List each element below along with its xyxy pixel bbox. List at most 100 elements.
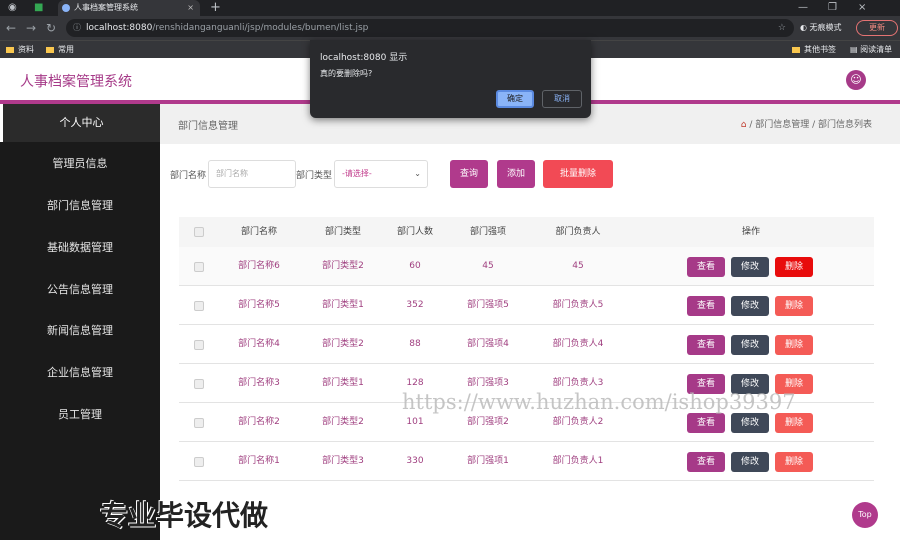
other-bookmarks[interactable]: 其他书签: [792, 43, 836, 57]
incognito-label: 无痕模式: [809, 23, 842, 32]
edit-button[interactable]: 修改: [731, 257, 769, 277]
table-cell: 部门名称5: [238, 300, 280, 310]
url-path: /renshidanganguanli/jsp/modules/bumen/li…: [152, 23, 369, 33]
table-cell: 45: [572, 261, 584, 271]
column-header: 操作: [741, 227, 760, 237]
sidebar-item-basic-data[interactable]: 基础数据管理: [0, 229, 160, 267]
batch-delete-button[interactable]: 批量删除: [543, 160, 613, 188]
browser-tab[interactable]: 人事档案管理系统 ×: [58, 0, 200, 16]
tab-favicon-icon[interactable]: ■: [34, 0, 43, 16]
table-row: 部门名称4 部门类型2 88 部门强项4 部门负责人4 查看 修改 删除: [179, 325, 874, 364]
select-all-checkbox[interactable]: [194, 227, 204, 237]
delete-button[interactable]: 删除: [775, 335, 813, 355]
folder-icon: [792, 46, 800, 53]
table-cell: 部门负责人4: [552, 339, 604, 349]
sidebar-item-notices[interactable]: 公告信息管理: [0, 271, 160, 309]
sidebar-item-department[interactable]: 部门信息管理: [0, 187, 160, 225]
delete-button[interactable]: 删除: [775, 452, 813, 472]
table-cell: 部门类型1: [322, 378, 364, 388]
delete-button[interactable]: 删除: [775, 296, 813, 316]
edit-button[interactable]: 修改: [731, 413, 769, 433]
table-cell: 部门负责人1: [552, 456, 604, 466]
row-checkbox[interactable]: [194, 379, 204, 389]
view-button[interactable]: 查看: [687, 413, 725, 433]
user-avatar-icon[interactable]: ☺: [846, 70, 866, 90]
restore-icon[interactable]: ❐: [828, 0, 837, 16]
view-button[interactable]: 查看: [687, 452, 725, 472]
table-cell: 部门名称1: [238, 456, 280, 466]
breadcrumb-text[interactable]: / 部门信息管理 / 部门信息列表: [749, 120, 872, 130]
row-checkbox[interactable]: [194, 301, 204, 311]
table-cell: 部门名称2: [238, 417, 280, 427]
row-checkbox[interactable]: [194, 418, 204, 428]
edit-button[interactable]: 修改: [731, 335, 769, 355]
folder-icon: [46, 46, 54, 53]
sidebar-item-employees[interactable]: 员工管理: [0, 396, 160, 434]
back-to-top-button[interactable]: Top: [852, 502, 878, 528]
globe-icon: [62, 4, 70, 12]
row-checkbox[interactable]: [194, 262, 204, 272]
folder-icon: [6, 46, 14, 53]
table-cell: 部门类型3: [322, 456, 364, 466]
dept-type-selected: -请选择-: [342, 169, 372, 178]
info-icon: ⓘ: [73, 23, 81, 32]
sidebar: 个人中心 管理员信息 部门信息管理 基础数据管理 公告信息管理 新闻信息管理 企…: [0, 104, 160, 540]
view-button[interactable]: 查看: [687, 257, 725, 277]
table-cell: 45: [482, 261, 494, 271]
watermark-text: 专业毕设代做: [100, 499, 269, 532]
incognito-icon: ◐: [800, 23, 810, 32]
table-cell: 88: [409, 339, 421, 349]
back-icon[interactable]: ←: [6, 20, 16, 36]
column-header: 部门负责人: [555, 227, 601, 237]
sidebar-item-company[interactable]: 企业信息管理: [0, 354, 160, 392]
table-cell: 部门类型2: [322, 417, 364, 427]
column-header: 部门人数: [396, 227, 433, 237]
row-checkbox[interactable]: [194, 457, 204, 467]
address-bar[interactable]: ⓘ localhost:8080/renshidanganguanli/jsp/…: [66, 19, 794, 37]
sidebar-item-personal-center[interactable]: 个人中心: [0, 104, 160, 142]
dialog-title: localhost:8080 显示: [320, 53, 408, 63]
table-cell: 部门名称6: [238, 261, 280, 271]
bookmark-label: 其他书签: [804, 45, 836, 54]
row-checkbox[interactable]: [194, 340, 204, 350]
edit-button[interactable]: 修改: [731, 452, 769, 472]
update-button[interactable]: 更新: [856, 20, 898, 36]
sidebar-item-admin-info[interactable]: 管理员信息: [0, 145, 160, 183]
browser-toolbar: ← → ↻ ⓘ localhost:8080/renshidanganguanl…: [0, 16, 900, 40]
dept-name-input[interactable]: 部门名称: [208, 160, 296, 188]
dialog-message: 真的要删除吗?: [320, 69, 373, 78]
bookmark-folder[interactable]: 常用: [46, 43, 74, 57]
table-cell: 部门强项4: [467, 339, 509, 349]
table-cell: 部门负责人5: [552, 300, 604, 310]
forward-icon[interactable]: →: [26, 20, 36, 36]
reload-icon[interactable]: ↻: [46, 20, 56, 36]
dept-type-select[interactable]: -请选择- ⌄: [334, 160, 428, 188]
table-cell: 部门类型1: [322, 300, 364, 310]
star-icon[interactable]: ☆: [778, 19, 786, 37]
delete-button[interactable]: 删除: [775, 257, 813, 277]
dialog-ok-button[interactable]: 确定: [496, 90, 534, 108]
table-cell: 部门类型2: [322, 261, 364, 271]
edit-button[interactable]: 修改: [731, 296, 769, 316]
add-button[interactable]: 添加: [497, 160, 535, 188]
dept-name-label: 部门名称: [170, 171, 207, 181]
table-cell: 部门名称4: [238, 339, 280, 349]
confirm-dialog: localhost:8080 显示 真的要删除吗? 确定 取消: [310, 40, 591, 118]
bookmark-label: 常用: [58, 45, 74, 54]
reading-list[interactable]: ▤ 阅读清单: [850, 43, 892, 57]
query-button[interactable]: 查询: [450, 160, 488, 188]
breadcrumb-path: ⌂ / 部门信息管理 / 部门信息列表: [741, 117, 872, 130]
bookmark-label: 资料: [18, 45, 34, 54]
dialog-cancel-button[interactable]: 取消: [542, 90, 582, 108]
view-button[interactable]: 查看: [687, 296, 725, 316]
close-icon[interactable]: ×: [187, 0, 194, 16]
new-tab-button[interactable]: +: [210, 0, 221, 16]
minimize-icon[interactable]: —: [798, 0, 808, 16]
bookmark-folder[interactable]: 资料: [6, 43, 34, 57]
close-window-icon[interactable]: ×: [858, 0, 866, 16]
view-button[interactable]: 查看: [687, 335, 725, 355]
sidebar-item-news[interactable]: 新闻信息管理: [0, 312, 160, 350]
delete-button[interactable]: 删除: [775, 413, 813, 433]
browser-icon[interactable]: ◉: [8, 0, 17, 16]
incognito-indicator[interactable]: ◐ 无痕模式: [800, 22, 842, 34]
